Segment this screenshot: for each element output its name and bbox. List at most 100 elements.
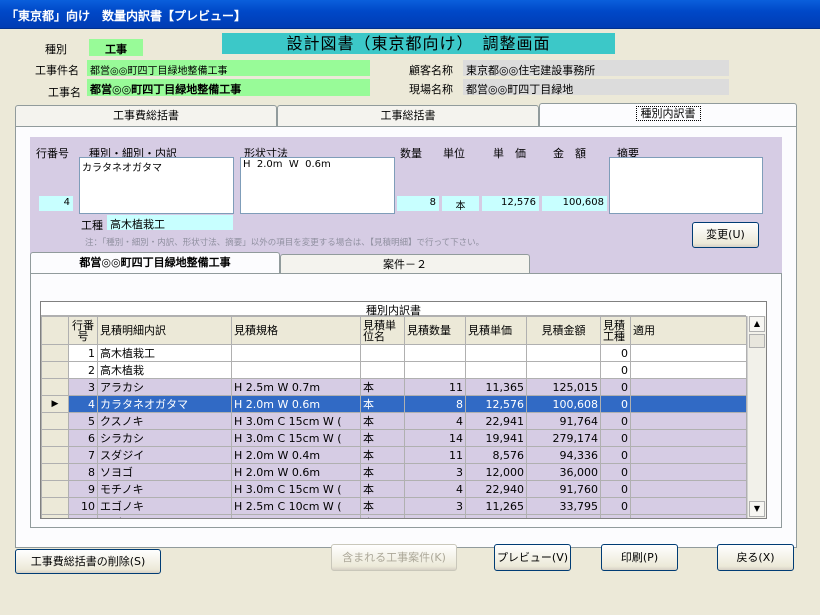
cell-item: コブシ <box>97 514 232 518</box>
cell-unit: 本 <box>360 429 405 447</box>
col-header-price[interactable]: 見積単価 <box>465 316 527 345</box>
unit-label: 単位 <box>443 147 465 160</box>
cell-unit: 本 <box>360 395 405 413</box>
cell-price: 22,941 <box>465 412 527 430</box>
cell-spec: H 2.0m W 0.4m <box>231 446 361 464</box>
change-button[interactable]: 変更(U) <box>692 222 759 248</box>
table-row[interactable]: 9 モチノキ H 3.0m C 15cm W (本 4 22,940 91,760 0 <box>41 480 747 498</box>
cell-amount: 91,760 <box>526 480 601 498</box>
cell-unit: 本 <box>360 446 405 464</box>
cell-kind: 0 <box>600 514 631 518</box>
subtab-project-2[interactable]: 案件－２ <box>280 254 530 274</box>
cell-item: カラタネオガタマ <box>97 395 232 413</box>
scroll-down-icon[interactable]: ▼ <box>749 501 765 517</box>
subtab-project-1[interactable]: 都営◎◎町四丁目緑地整備工事 <box>30 252 280 274</box>
remark-input[interactable] <box>609 157 763 214</box>
table-row[interactable]: 11コブシH 3.0m C 12cm W 1本213,98027,9600 <box>41 514 747 518</box>
included-projects-button[interactable]: 含まれる工事案件(K) <box>331 544 457 571</box>
cell-kind: 0 <box>600 361 631 379</box>
row-selector[interactable] <box>41 514 69 518</box>
tab-work-summary[interactable]: 工事総括書 <box>277 105 539 127</box>
row-selector[interactable] <box>41 463 69 481</box>
cell-item: モチノキ <box>97 480 232 498</box>
site-value: 都営◎◎町四丁目緑地 <box>463 79 729 95</box>
table-row[interactable]: 10 エゴノキ H 2.5m C 10cm W (本 3 11,265 33,795 0 <box>41 497 747 515</box>
cell-unit: 本 <box>360 514 405 518</box>
client-label: 顧客名称 <box>409 64 453 77</box>
preview-button[interactable]: プレビュー(V) <box>494 544 571 571</box>
print-button[interactable]: 印刷(P) <box>601 544 678 571</box>
cell-no: 5 <box>68 412 98 430</box>
spec-input[interactable]: H 2.0m W 0.6m <box>240 157 395 214</box>
cell-qty: 4 <box>404 412 466 430</box>
row-selector[interactable] <box>41 344 69 362</box>
breakdown-grid: 種別内訳書 行番号 見積明細内訳 見積規格 見積単位名 見積数量 見積単価 見積… <box>40 301 767 519</box>
cell-price: 13,980 <box>465 514 527 518</box>
cell-no: 7 <box>68 446 98 464</box>
row-selector[interactable]: ▶ <box>41 395 69 413</box>
cell-qty: 4 <box>404 480 466 498</box>
title-bar: 「東京都」向け 数量内訳書【プレビュー】 <box>0 0 820 29</box>
row-selector[interactable] <box>41 446 69 464</box>
table-row[interactable]: 2 高木植栽 0 <box>41 361 747 379</box>
scroll-up-icon[interactable]: ▲ <box>749 316 765 332</box>
back-button[interactable]: 戻る(X) <box>717 544 794 571</box>
work-value: 都営◎◎町四丁目緑地整備工事 <box>87 79 370 96</box>
col-header-amount[interactable]: 見積金額 <box>526 316 601 345</box>
row-selector[interactable] <box>41 378 69 396</box>
col-header-no[interactable]: 行番号 <box>68 316 98 345</box>
page-banner: 設計図書（東京都向け） 調整画面 <box>222 33 615 54</box>
table-row[interactable]: 6 シラカシ H 3.0m C 15cm W (本 14 19,941 279,174 0 <box>41 429 747 447</box>
table-row[interactable]: 8 ソヨゴ H 2.0m W 0.6m 本 3 12,000 36,000 0 <box>41 463 747 481</box>
row-selector[interactable] <box>41 412 69 430</box>
tab-cost-summary[interactable]: 工事費総括書 <box>15 105 277 127</box>
delete-cost-summary-button[interactable]: 工事費総括書の削除(S) <box>15 549 161 574</box>
cell-apply <box>630 361 747 379</box>
cell-qty: 11 <box>404 378 466 396</box>
note-text: 注：「種別・細別・内訳、形状寸法、摘要」以外の項目を変更する場合は、【見積明細】… <box>85 238 485 248</box>
row-selector[interactable] <box>41 480 69 498</box>
breakdown-input[interactable]: カラタネオガタマ <box>79 157 234 214</box>
cell-apply <box>630 480 747 498</box>
grid-caption: 種別内訳書 <box>41 302 746 317</box>
col-header-spec[interactable]: 見積規格 <box>231 316 361 345</box>
cell-apply <box>630 429 747 447</box>
cell-unit: 本 <box>360 412 405 430</box>
col-header-unit[interactable]: 見積単位名 <box>360 316 405 345</box>
table-row[interactable]: 7 スダジイ H 2.0m W 0.4m 本 11 8,576 94,336 0 <box>41 446 747 464</box>
cell-qty: 2 <box>404 514 466 518</box>
cell-no: 11 <box>68 514 98 518</box>
cell-kind: 0 <box>600 480 631 498</box>
grid-table: 行番号 見積明細内訳 見積規格 見積単位名 見積数量 見積単価 見積金額 見積工… <box>41 316 747 518</box>
cell-price <box>465 344 527 362</box>
grid-scrollbar[interactable]: ▲ ▼ <box>747 316 766 518</box>
row-selector[interactable] <box>41 497 69 515</box>
col-header-qty[interactable]: 見積数量 <box>404 316 466 345</box>
row-selector[interactable] <box>41 361 69 379</box>
cell-spec <box>231 361 361 379</box>
scroll-thumb[interactable] <box>749 334 765 348</box>
col-header-apply[interactable]: 適用 <box>630 316 747 345</box>
work-type-value: 高木植栽工 <box>107 215 233 231</box>
cell-no: 6 <box>68 429 98 447</box>
cell-unit: 本 <box>360 463 405 481</box>
cell-item: ソヨゴ <box>97 463 232 481</box>
table-row[interactable]: 1 高木植栽工 0 <box>41 344 747 362</box>
cell-qty <box>404 344 466 362</box>
price-label: 単 価 <box>493 147 526 160</box>
table-row[interactable]: 5 クスノキ H 3.0m C 15cm W (本 4 22,941 91,764 0 <box>41 412 747 430</box>
col-header-kind[interactable]: 見積工種 <box>600 316 631 345</box>
qty-value: 8 <box>397 196 439 211</box>
cell-spec: H 3.0m C 12cm W 1 <box>231 514 361 518</box>
type-label: 種別 <box>45 43 67 56</box>
cell-amount: 125,015 <box>526 378 601 396</box>
table-row[interactable]: ▶ 4 カラタネオガタマ H 2.0m W 0.6m 本 8 12,576 100,608 0 <box>41 395 747 413</box>
tab-breakdown[interactable]: 種別内訳書 <box>539 103 797 127</box>
cell-no: 4 <box>68 395 98 413</box>
cell-apply <box>630 378 747 396</box>
cell-kind: 0 <box>600 497 631 515</box>
row-selector[interactable] <box>41 429 69 447</box>
table-row[interactable]: 3 アラカシ H 2.5m W 0.7m 本 11 11,365 125,015 0 <box>41 378 747 396</box>
cell-spec: H 2.0m W 0.6m <box>231 395 361 413</box>
col-header-item[interactable]: 見積明細内訳 <box>97 316 232 345</box>
